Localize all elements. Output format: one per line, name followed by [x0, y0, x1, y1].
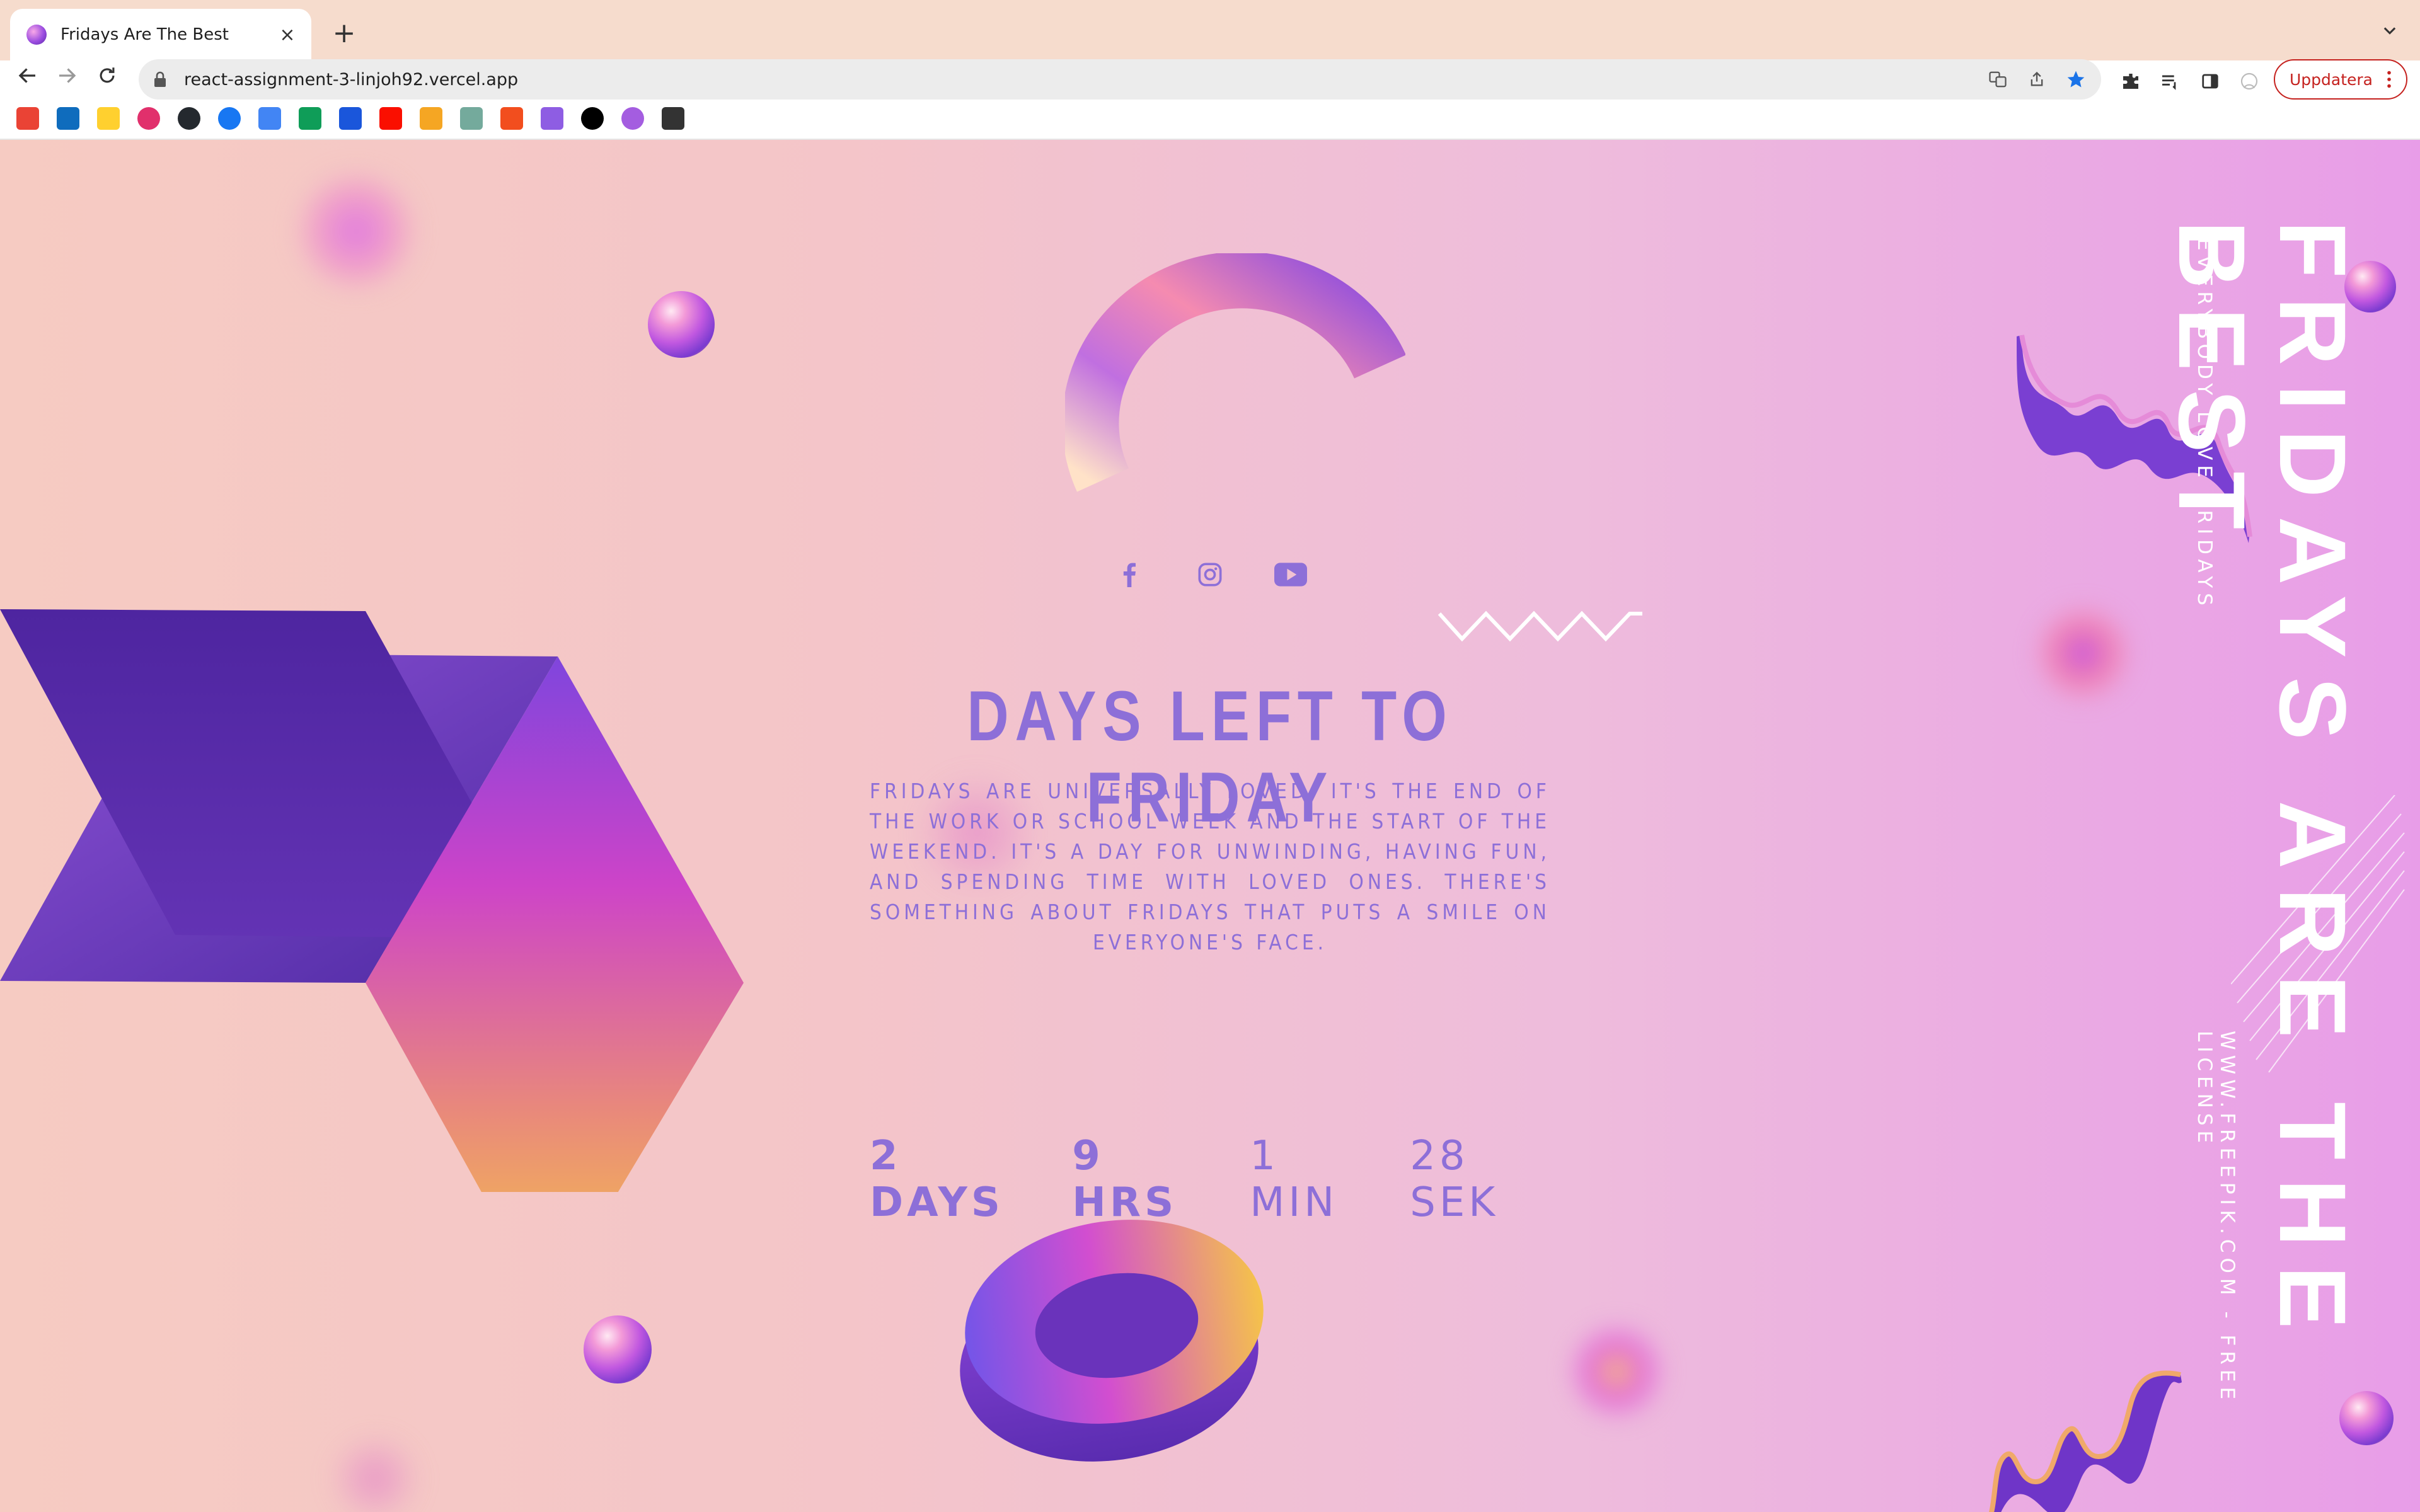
zigzag-decoration: [1438, 610, 1642, 642]
blurred-sphere-decoration: [1569, 1324, 1664, 1419]
profile-icon[interactable]: [2233, 66, 2265, 97]
vercel-icon[interactable]: [581, 107, 604, 130]
update-button[interactable]: Uppdatera: [2274, 59, 2407, 100]
page-description: Fridays are universally loved. It's the …: [870, 779, 1550, 954]
social-icons: [1109, 556, 1311, 593]
wavy-ribbon-decoration: [1988, 1370, 2182, 1512]
countdown-seconds: 28 SEK: [1410, 1133, 1499, 1226]
bookmark-star-icon[interactable]: [2062, 66, 2090, 93]
tab-search-chevron-icon[interactable]: [2375, 15, 2405, 45]
k-icon[interactable]: [420, 107, 442, 130]
miro-icon[interactable]: [97, 107, 120, 130]
tab-title: Fridays Are The Best: [60, 25, 229, 44]
github-icon[interactable]: [178, 107, 200, 130]
translate-icon[interactable]: [1984, 66, 2012, 93]
back-arrow-icon: [18, 68, 35, 83]
cube-shape: [0, 609, 744, 1192]
instagram-icon[interactable]: [137, 107, 160, 130]
google-docs-icon[interactable]: [258, 107, 281, 130]
arc-shape: [1065, 253, 1405, 492]
vuetify-icon[interactable]: [541, 107, 563, 130]
chatgpt-icon[interactable]: [460, 107, 483, 130]
instagram-icon[interactable]: [1190, 556, 1230, 593]
tab-close-button[interactable]: ×: [275, 22, 300, 47]
figma-icon[interactable]: [500, 107, 523, 130]
bookmarks-bar: [0, 101, 2420, 140]
google-sheets-icon[interactable]: [299, 107, 321, 130]
browser-tab[interactable]: Fridays Are The Best ×: [10, 9, 311, 60]
new-tab-button[interactable]: +: [326, 15, 362, 50]
shield-icon[interactable]: [662, 107, 684, 130]
blurred-sphere-decoration: [296, 171, 416, 291]
back-button[interactable]: [9, 57, 47, 94]
reload-icon: [100, 67, 115, 83]
countdown-minutes: 1 MIN: [1250, 1133, 1339, 1226]
side-credit: WWW.FREEPIK.COM - FREE LICENSE: [2193, 1031, 2238, 1405]
sphere-decoration: [584, 1315, 652, 1383]
page-content: DAYS LEFT TO FRIDAY Fridays are universa…: [0, 140, 2420, 1512]
b-icon[interactable]: [339, 107, 362, 130]
address-bar[interactable]: react-assignment-3-linjoh92.vercel.app: [139, 59, 2101, 100]
reading-list-icon[interactable]: [2154, 66, 2186, 97]
site-favicon-icon: [26, 25, 47, 45]
outlook-icon[interactable]: [57, 107, 79, 130]
ring-shape: [960, 1220, 1264, 1462]
facebook-icon[interactable]: [1109, 556, 1150, 593]
forward-arrow-icon: [59, 68, 76, 83]
reload-button[interactable]: [88, 57, 126, 94]
sphere-icon[interactable]: [621, 107, 644, 130]
side-panel-icon[interactable]: [2194, 66, 2226, 97]
blurred-sphere-decoration: [328, 1431, 422, 1512]
update-label: Uppdatera: [2289, 70, 2373, 89]
youtube-icon[interactable]: [1270, 556, 1311, 593]
sphere-decoration: [648, 291, 715, 358]
adobe-icon[interactable]: [379, 107, 402, 130]
tab-bar: Fridays Are The Best × +: [0, 0, 2420, 60]
url-text: react-assignment-3-linjoh92.vercel.app: [184, 69, 519, 89]
gmail-icon[interactable]: [16, 107, 39, 130]
lock-icon: [154, 71, 166, 87]
more-vert-icon: [2387, 71, 2391, 88]
extensions-icon[interactable]: [2115, 66, 2146, 97]
forward-button[interactable]: [48, 57, 86, 94]
share-icon[interactable]: [2023, 66, 2051, 93]
facebook-icon[interactable]: [218, 107, 241, 130]
side-title: FRIDAYS ARE THE BEST: [2159, 220, 2366, 1348]
